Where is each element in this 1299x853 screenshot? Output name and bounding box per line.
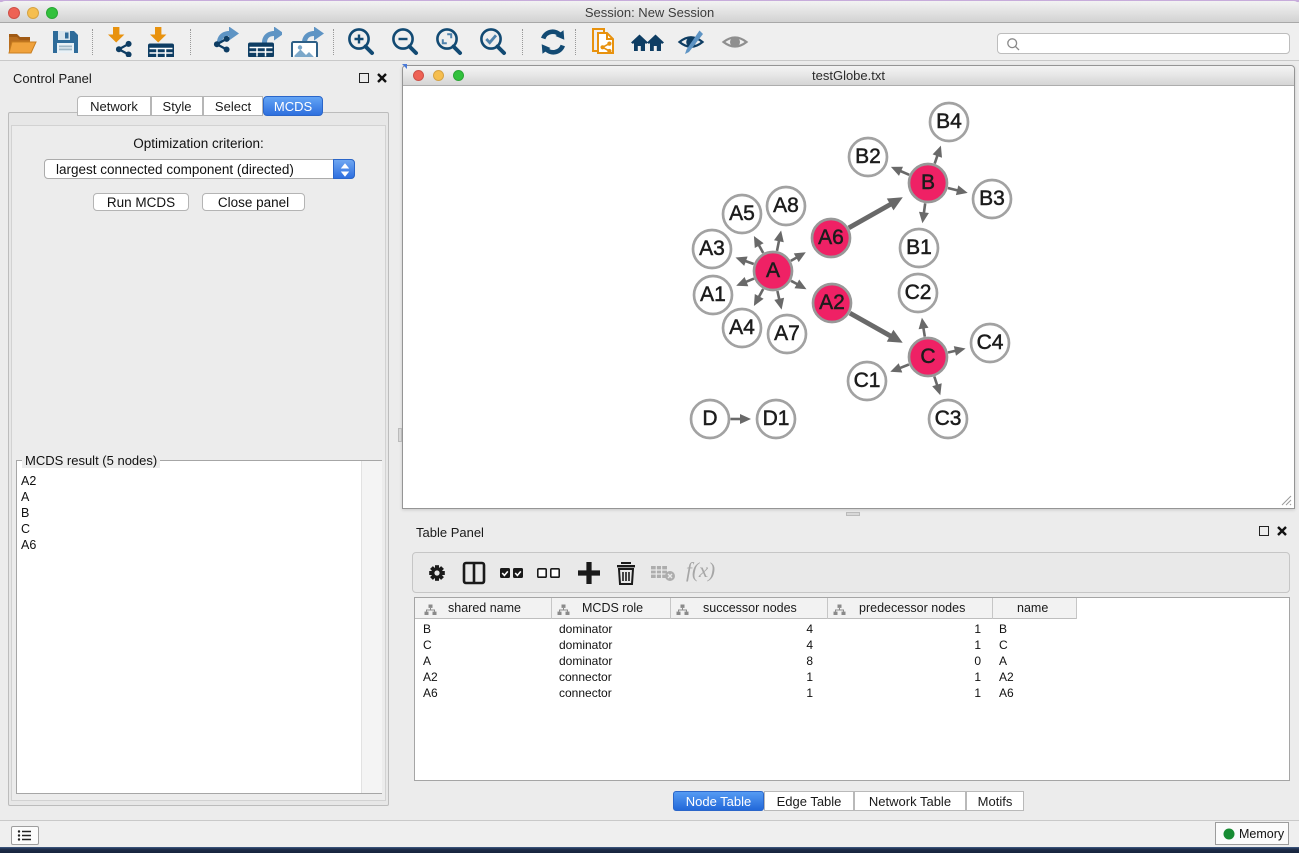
svg-text:A3: A3 [699,237,725,260]
svg-text:A2: A2 [819,291,845,314]
svg-text:B3: B3 [979,187,1005,210]
svg-text:A: A [766,259,780,282]
svg-text:A8: A8 [773,194,799,217]
svg-text:A4: A4 [729,316,755,339]
svg-text:D: D [702,407,717,430]
svg-text:C: C [920,345,935,368]
svg-text:A6: A6 [818,226,844,249]
svg-text:B4: B4 [936,110,962,133]
svg-text:C3: C3 [935,407,962,430]
svg-text:A1: A1 [700,283,726,306]
svg-text:B2: B2 [855,145,881,168]
svg-text:D1: D1 [763,407,790,430]
svg-text:B: B [921,171,935,194]
svg-text:B1: B1 [906,236,932,259]
svg-text:C4: C4 [977,331,1004,354]
svg-text:C2: C2 [905,281,932,304]
svg-text:A5: A5 [729,202,755,225]
svg-text:A7: A7 [774,322,800,345]
svg-text:C1: C1 [854,369,881,392]
